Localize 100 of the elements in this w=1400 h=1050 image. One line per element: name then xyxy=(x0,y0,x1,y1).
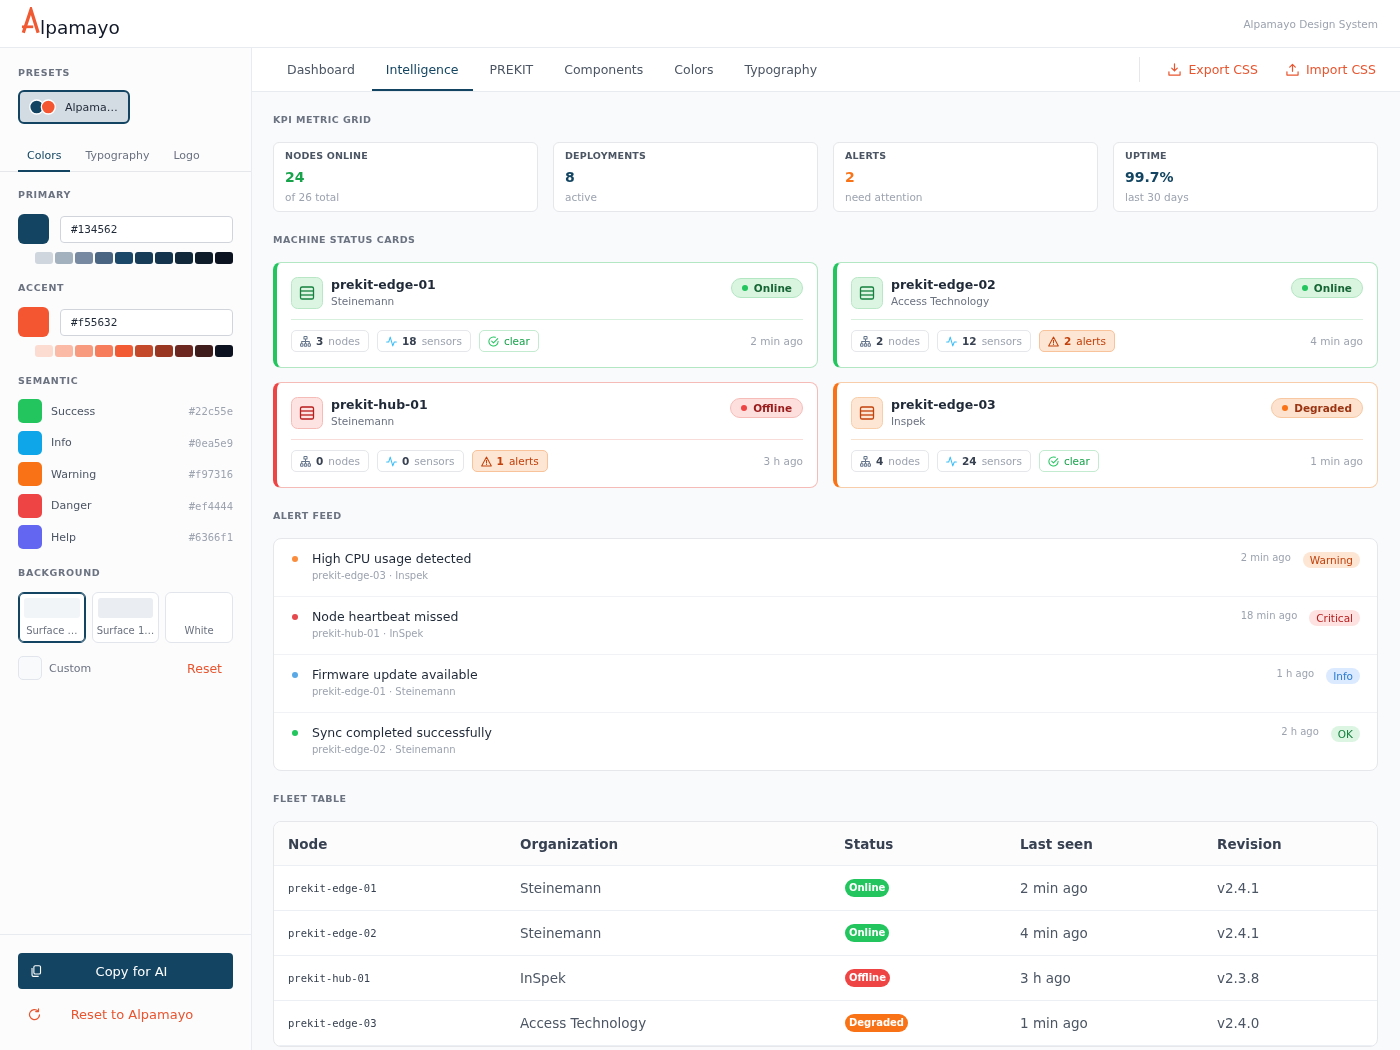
refresh-icon xyxy=(28,1007,41,1021)
pulse-icon xyxy=(946,455,957,467)
server-icon xyxy=(851,397,883,429)
column-header: Status xyxy=(844,835,894,852)
hex-input[interactable]: #f55632 xyxy=(60,308,233,336)
shade-swatch-icon[interactable] xyxy=(135,345,153,357)
nav-tab[interactable]: Components xyxy=(550,48,658,91)
background-option[interactable]: Surface … xyxy=(18,592,86,643)
custom-swatch-icon[interactable] xyxy=(18,656,42,680)
section-label: PRIMARY xyxy=(18,188,72,202)
copy-button[interactable]: Copy for AI xyxy=(18,953,233,989)
kpi-value: 8 xyxy=(565,168,576,187)
shade-swatch-icon[interactable] xyxy=(155,345,173,357)
shade-swatch-icon[interactable] xyxy=(75,252,93,264)
shade-swatch-icon[interactable] xyxy=(195,345,213,357)
panel-tab[interactable]: Typography xyxy=(76,140,159,172)
table-cell: prekit-edge-02 xyxy=(288,927,377,939)
kpi-caption: active xyxy=(565,190,598,205)
color-name: Danger xyxy=(51,499,92,512)
check-circle-icon xyxy=(487,335,499,347)
nav-tab[interactable]: Dashboard xyxy=(273,48,369,91)
chip-label: nodes xyxy=(888,455,920,467)
shade-swatch-icon[interactable] xyxy=(35,252,53,264)
reset-button[interactable]: Reset to Alpamayo xyxy=(18,1002,233,1026)
kpi-value: 24 xyxy=(285,168,306,187)
shade-swatch-icon[interactable] xyxy=(215,252,233,264)
shade-swatch-icon[interactable] xyxy=(75,345,93,357)
reset-button[interactable]: Reset xyxy=(176,660,233,676)
alert-source: prekit-hub-01 · InSpek xyxy=(312,627,424,641)
panel-tab[interactable]: Logo xyxy=(164,140,209,172)
machine-name: prekit-edge-01 xyxy=(331,277,436,293)
copy-icon xyxy=(30,965,42,977)
color-hex: #22c55e xyxy=(188,405,233,417)
section-label: PRESETS xyxy=(18,66,72,80)
section-label: BACKGROUND xyxy=(18,566,102,580)
shade-swatch-icon[interactable] xyxy=(195,252,213,264)
shade-swatch-icon[interactable] xyxy=(95,345,113,357)
alert-title: Sync completed successfully xyxy=(312,726,492,740)
table-cell: prekit-edge-03 xyxy=(288,1017,377,1029)
shade-swatch-icon[interactable] xyxy=(55,252,73,264)
warning-icon xyxy=(480,455,492,467)
column-header: Revision xyxy=(1217,835,1282,852)
status-label: Offline xyxy=(753,402,792,414)
table-cell: v2.4.1 xyxy=(1217,925,1260,941)
alert-time: 1 h ago xyxy=(1276,668,1315,680)
table-cell: v2.4.1 xyxy=(1217,880,1260,896)
table-cell: 3 h ago xyxy=(1020,970,1071,986)
chip-label: clear xyxy=(1063,455,1090,467)
panel-tab[interactable]: Colors xyxy=(18,140,71,172)
column-header: Last seen xyxy=(1020,835,1093,852)
server-icon xyxy=(291,397,323,429)
table-cell: v2.3.8 xyxy=(1217,970,1260,986)
hex-input[interactable]: #134562 xyxy=(60,215,233,243)
shade-swatch-icon[interactable] xyxy=(175,345,193,357)
alert-source: prekit-edge-01 · Steinemann xyxy=(312,685,456,699)
background-option[interactable]: White xyxy=(165,592,233,643)
section-title: ALERT FEED xyxy=(273,509,343,523)
chip-label: clear xyxy=(503,335,530,347)
chip-label: sensors xyxy=(414,455,455,467)
alert-time: 2 min ago xyxy=(1240,552,1291,564)
kpi-caption: last 30 days xyxy=(1125,190,1190,205)
kpi-label: ALERTS xyxy=(845,149,888,163)
nav-tab[interactable]: PREKIT xyxy=(475,48,548,91)
shade-swatch-icon[interactable] xyxy=(215,345,233,357)
check-circle-icon xyxy=(1047,455,1059,467)
shade-swatch-icon[interactable] xyxy=(95,252,113,264)
machine-org: Access Technology xyxy=(891,294,990,308)
export-button[interactable]: Export CSS xyxy=(1154,48,1272,91)
nav-tab[interactable]: Colors xyxy=(660,48,728,91)
color-hex: #ef4444 xyxy=(188,499,233,512)
download-icon xyxy=(1168,63,1182,76)
hierarchy-icon xyxy=(300,335,311,347)
machine-org: Steinemann xyxy=(331,414,395,428)
shade-swatch-icon[interactable] xyxy=(115,252,133,264)
chip-count: 24 xyxy=(962,455,977,467)
chip-label: sensors xyxy=(981,455,1022,467)
table-cell: v2.4.0 xyxy=(1217,1015,1260,1031)
shade-swatch-icon[interactable] xyxy=(115,345,133,357)
import-button[interactable]: Import CSS xyxy=(1271,48,1390,91)
shade-swatch-icon[interactable] xyxy=(175,252,193,264)
shade-swatch-icon[interactable] xyxy=(135,252,153,264)
shade-swatch-icon[interactable] xyxy=(155,252,173,264)
chip-count: 4 xyxy=(876,455,884,467)
preset-button[interactable]: Alpama… xyxy=(18,90,130,124)
section-title: FLEET TABLE xyxy=(273,792,348,806)
shade-swatch-icon[interactable] xyxy=(55,345,73,357)
color-name: Success xyxy=(51,404,96,418)
status-label: Online xyxy=(1313,282,1352,294)
chip-count: 12 xyxy=(962,335,977,347)
shade-swatch-icon[interactable] xyxy=(35,345,53,357)
severity-badge: Warning xyxy=(1302,552,1360,568)
background-option[interactable]: Surface 1… xyxy=(91,592,160,643)
chip-label: sensors xyxy=(981,335,1022,347)
chip-label: nodes xyxy=(328,455,360,467)
alert-time: 2 h ago xyxy=(1281,726,1319,738)
column-header: Node xyxy=(288,835,328,852)
pulse-icon xyxy=(946,335,957,347)
nav-tab[interactable]: Typography xyxy=(730,48,832,91)
alert-time: 18 min ago xyxy=(1240,610,1298,622)
status-badge: Online xyxy=(845,924,890,942)
